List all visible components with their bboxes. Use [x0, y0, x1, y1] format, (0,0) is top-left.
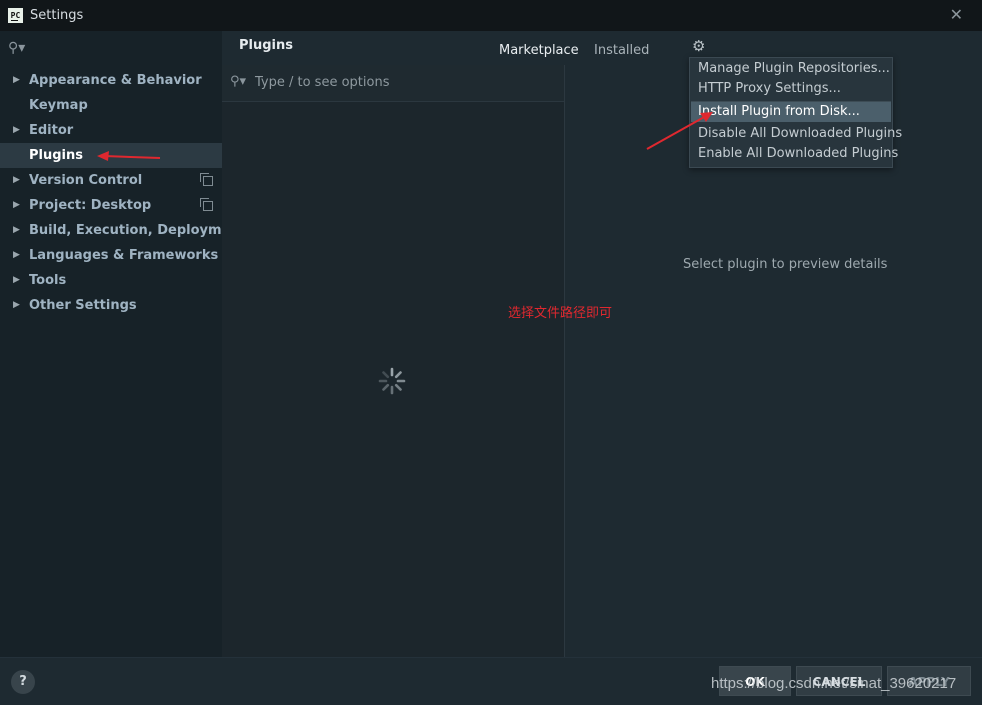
tab-marketplace[interactable]: Marketplace	[499, 43, 579, 58]
help-button[interactable]: ?	[11, 670, 35, 694]
window-title: Settings	[30, 8, 84, 23]
expand-arrow-icon[interactable]: ▶	[13, 168, 20, 193]
sidebar-item-languages-frameworks[interactable]: ▶ Languages & Frameworks	[0, 243, 222, 268]
sidebar-item-project-desktop[interactable]: ▶ Project: Desktop	[0, 193, 222, 218]
sidebar-item-keymap[interactable]: Keymap	[0, 93, 222, 118]
search-placeholder: Type / to see options	[255, 75, 390, 90]
expand-arrow-icon[interactable]: ▶	[13, 118, 20, 143]
annotation-text: 选择文件路径即可	[508, 306, 613, 321]
sidebar-item-appearance-behavior[interactable]: ▶ Appearance & Behavior	[0, 68, 222, 93]
plugin-search-field[interactable]: ⚲▾ Type / to see options	[222, 65, 564, 102]
close-icon[interactable]: ✕	[950, 6, 963, 24]
sidebar-item-tools[interactable]: ▶ Tools	[0, 268, 222, 293]
gear-icon[interactable]: ⚙	[692, 37, 705, 55]
sidebar-item-build-execution-deployment[interactable]: ▶ Build, Execution, Deployment	[0, 218, 246, 243]
project-settings-copy-icon	[200, 198, 213, 211]
expand-arrow-icon[interactable]: ▶	[13, 268, 20, 293]
gear-dropdown-menu: Manage Plugin Repositories... HTTP Proxy…	[689, 57, 902, 168]
sidebar-item-label: Plugins	[29, 148, 83, 163]
sidebar-item-label: Tools	[29, 273, 67, 288]
plugin-list-pane: ⚲▾ Type / to see options	[222, 65, 565, 657]
sidebar-item-label: Editor	[29, 123, 74, 138]
sidebar-item-label: Project: Desktop	[29, 198, 152, 213]
sidebar-item-label: Keymap	[29, 98, 88, 113]
sidebar-item-plugins[interactable]: Plugins	[0, 143, 222, 168]
loading-spinner-icon	[378, 367, 406, 395]
menu-item-manage-repositories[interactable]: Manage Plugin Repositories...	[691, 59, 891, 79]
settings-sidebar: ⚲▾ ▶ Appearance & Behavior Keymap ▶ Edit…	[0, 31, 246, 657]
sidebar-item-editor[interactable]: ▶ Editor	[0, 118, 222, 143]
sidebar-item-label: Other Settings	[29, 298, 137, 313]
expand-arrow-icon[interactable]: ▶	[13, 193, 20, 218]
expand-arrow-icon[interactable]: ▶	[13, 68, 20, 93]
menu-item-disable-all-downloaded[interactable]: Disable All Downloaded Plugins	[691, 124, 902, 144]
page-title: Plugins	[239, 38, 293, 53]
sidebar-item-label: Languages & Frameworks	[29, 248, 219, 263]
project-settings-copy-icon	[200, 173, 213, 186]
menu-item-install-from-disk[interactable]: Install Plugin from Disk...	[691, 102, 891, 122]
expand-arrow-icon[interactable]: ▶	[13, 243, 20, 268]
menu-item-http-proxy-settings[interactable]: HTTP Proxy Settings...	[691, 79, 891, 99]
sidebar-item-label: Version Control	[29, 173, 143, 188]
expand-arrow-icon[interactable]: ▶	[13, 218, 20, 243]
sidebar-item-label: Build, Execution, Deployment	[29, 223, 246, 238]
preview-placeholder-text: Select plugin to preview details	[683, 257, 888, 272]
sidebar-item-label: Appearance & Behavior	[29, 73, 202, 88]
pycharm-logo-icon: PC	[8, 8, 23, 23]
search-icon[interactable]: ⚲▾	[8, 40, 25, 56]
sidebar-item-other-settings[interactable]: ▶ Other Settings	[0, 293, 222, 318]
tab-installed[interactable]: Installed	[594, 43, 649, 58]
watermark-text: https://blog.csdn.net/sinat_39620217	[711, 675, 957, 692]
sidebar-item-version-control[interactable]: ▶ Version Control	[0, 168, 222, 193]
expand-arrow-icon[interactable]: ▶	[13, 293, 20, 318]
title-bar: PC Settings ✕	[0, 0, 982, 32]
menu-item-enable-all-downloaded[interactable]: Enable All Downloaded Plugins	[691, 144, 898, 164]
search-icon: ⚲▾	[230, 74, 247, 89]
